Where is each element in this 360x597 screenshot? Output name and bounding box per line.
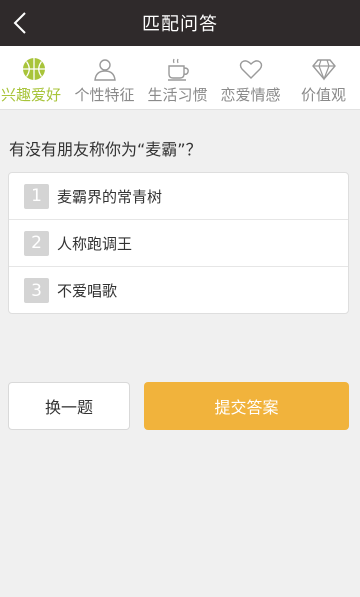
coffee-cup-icon: [167, 58, 189, 81]
answer-option-2[interactable]: 2 人称跑调王: [9, 220, 348, 267]
option-number-badge: 1: [24, 183, 49, 209]
change-question-button[interactable]: 换一题: [8, 382, 130, 430]
answer-option-1[interactable]: 1 麦霸界的常青树: [9, 173, 348, 220]
tab-personality[interactable]: 个性特征: [68, 46, 141, 109]
person-icon: [93, 59, 116, 81]
answer-options: 1 麦霸界的常青树 2 人称跑调王 3 不爱唱歌: [8, 172, 349, 314]
answer-option-3[interactable]: 3 不爱唱歌: [9, 267, 348, 314]
chevron-left-icon: [13, 12, 26, 34]
tab-lifestyle[interactable]: 生活习惯: [141, 46, 214, 109]
basketball-icon: [23, 58, 45, 80]
tab-label: 兴趣爱好: [0, 86, 61, 104]
option-number-badge: 3: [24, 278, 49, 303]
tab-label: 生活习惯: [147, 86, 208, 104]
question-text: 有没有朋友称你为“麦霸”？: [9, 140, 202, 159]
heart-icon: [239, 60, 262, 79]
option-number-badge: 2: [24, 230, 49, 256]
option-label: 麦霸界的常青树: [57, 187, 163, 206]
diamond-icon: [311, 59, 336, 81]
page-title: 匹配问答: [142, 14, 218, 35]
tab-label: 恋爱情感: [220, 86, 281, 104]
tab-interests[interactable]: 兴趣爱好: [0, 46, 68, 109]
title-bar: 匹配问答: [0, 0, 360, 46]
tab-romance[interactable]: 恋爱情感: [214, 46, 287, 109]
submit-answer-button[interactable]: 提交答案: [144, 382, 349, 430]
option-label: 不爱唱歌: [57, 282, 118, 300]
option-label: 人称跑调王: [57, 234, 133, 253]
tab-label: 个性特征: [74, 86, 135, 104]
back-button[interactable]: [0, 0, 40, 46]
tab-values[interactable]: 价值观: [287, 46, 360, 109]
category-tabs: 兴趣爱好 个性特征 生活习惯 恋爱情感 价值观: [0, 46, 360, 110]
tab-label: 价值观: [300, 86, 346, 104]
